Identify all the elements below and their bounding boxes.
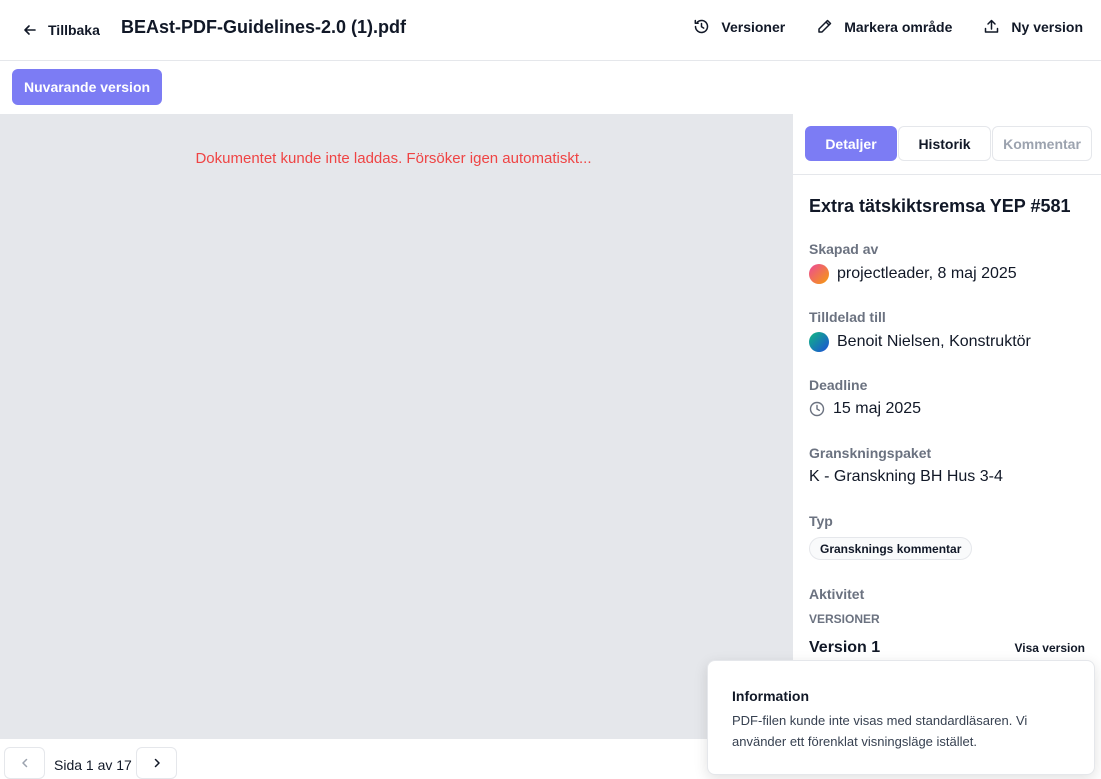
activity-label: Aktivitet xyxy=(809,586,865,602)
top-actions: Versioner Markera område Ny version xyxy=(693,18,1083,35)
created-by-text: projectleader, 8 maj 2025 xyxy=(837,265,1017,282)
toast-title: Information xyxy=(732,688,809,704)
assigned-to-value: Benoit Nielsen, Konstruktör xyxy=(809,332,1031,352)
created-by-label: Skapad av xyxy=(809,241,879,257)
load-error-message: Dokumentet kunde inte laddas. Försöker i… xyxy=(195,150,592,167)
back-button[interactable]: Tillbaka xyxy=(22,19,100,41)
panel-tabs: Detaljer Historik Kommentar xyxy=(793,114,1101,175)
document-title: BEAst-PDF-Guidelines-2.0 (1).pdf xyxy=(121,17,407,37)
created-by-value: projectleader, 8 maj 2025 xyxy=(809,264,1017,284)
deadline-text: 15 maj 2025 xyxy=(833,400,922,417)
arrow-left-icon xyxy=(22,22,38,38)
issue-title: Extra tätskiktsremsa YEP #581 xyxy=(809,196,1071,216)
toast-message: PDF-filen kunde inte visas med standardl… xyxy=(732,713,1028,749)
version-name: Version 1 xyxy=(809,639,881,656)
mark-area-button[interactable]: Markera område xyxy=(816,18,952,35)
clock-icon xyxy=(809,401,825,417)
versions-heading: VERSIONER xyxy=(809,612,880,626)
deadline-value: 15 maj 2025 xyxy=(809,400,921,418)
history-icon xyxy=(693,18,710,35)
back-label: Tillbaka xyxy=(48,22,100,38)
mark-area-label: Markera område xyxy=(844,18,953,35)
type-badge: Gransknings kommentar xyxy=(809,537,973,560)
assigned-to-text: Benoit Nielsen, Konstruktör xyxy=(837,333,1031,350)
info-toast: Information PDF-filen kunde inte visas m… xyxy=(707,660,1095,775)
pdf-viewer: Dokumentet kunde inte laddas. Försöker i… xyxy=(0,114,792,738)
upload-icon xyxy=(983,18,1000,35)
previous-page-button[interactable] xyxy=(4,747,45,779)
deadline-label: Deadline xyxy=(809,377,868,393)
pencil-icon xyxy=(816,18,833,35)
review-package-label: Granskningspaket xyxy=(809,445,932,461)
top-bar: Tillbaka BEAst-PDF-Guidelines-2.0 (1).pd… xyxy=(0,0,1101,61)
current-version-button[interactable]: Nuvarande version xyxy=(12,69,163,105)
next-page-button[interactable] xyxy=(136,747,177,779)
type-label: Typ xyxy=(809,513,833,529)
new-version-button[interactable]: Ny version xyxy=(983,18,1083,35)
tab-history[interactable]: Historik xyxy=(898,126,991,161)
avatar xyxy=(809,332,829,352)
versions-button[interactable]: Versioner xyxy=(693,18,785,35)
tab-details[interactable]: Detaljer xyxy=(805,126,897,161)
review-package-value: K - Granskning BH Hus 3-4 xyxy=(809,468,1003,485)
version-bar: Nuvarande version xyxy=(0,61,1101,114)
page-indicator: Sida 1 av 17 xyxy=(54,757,132,773)
page-navigation: Sida 1 av 17 xyxy=(0,738,792,779)
new-version-label: Ny version xyxy=(1011,18,1083,35)
assigned-to-label: Tilldelad till xyxy=(809,309,886,325)
view-version-link[interactable]: Visa version xyxy=(1015,641,1086,655)
avatar xyxy=(809,264,829,284)
tab-comment[interactable]: Kommentar xyxy=(992,126,1092,161)
chevron-left-icon xyxy=(19,757,31,769)
versions-label: Versioner xyxy=(721,18,786,35)
chevron-right-icon xyxy=(151,757,163,769)
